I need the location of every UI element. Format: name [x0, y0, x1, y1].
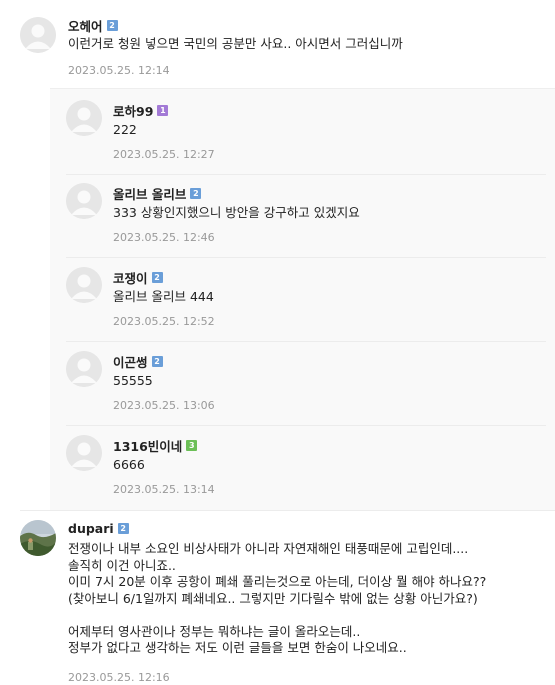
- default-avatar-icon: [66, 267, 102, 303]
- member-level-badge: 2: [106, 20, 118, 31]
- member-level-badge: 2: [190, 188, 202, 199]
- comment-nickname[interactable]: dupari 2: [68, 521, 129, 536]
- comment-text: 전쟁이나 내부 소요인 비상사태가 아니라 자연재해인 태풍때문에 고립인데..…: [68, 541, 487, 655]
- default-avatar-icon: [66, 100, 102, 136]
- reply-text: 222: [113, 122, 137, 137]
- default-avatar-icon: [66, 351, 102, 387]
- member-level-badge: 2: [151, 356, 163, 367]
- comment-date: 2023.05.25. 12:14: [68, 64, 170, 77]
- member-level-badge: 2: [151, 272, 163, 283]
- reply-nickname[interactable]: 코쟁이 2: [113, 268, 163, 287]
- reply-nickname[interactable]: 올리브 올리브 2: [113, 184, 202, 203]
- divider: [66, 257, 546, 258]
- divider: [66, 425, 546, 426]
- nickname-text[interactable]: 이곤썽: [113, 352, 148, 371]
- avatar[interactable]: [66, 267, 102, 303]
- reply-nickname[interactable]: 로하99 1: [113, 101, 169, 120]
- avatar[interactable]: [20, 17, 56, 53]
- comment-nickname[interactable]: 오헤어 2: [68, 16, 118, 35]
- reply-text: 올리브 올리브 444: [113, 289, 214, 304]
- reply-text: 55555: [113, 373, 153, 388]
- divider: [20, 510, 555, 511]
- nickname-text[interactable]: 오헤어: [68, 16, 103, 35]
- comment-text: 이런거로 청원 넣으면 국민의 공분만 사요.. 아시면서 그러십니까: [68, 36, 403, 51]
- reply-date: 2023.05.25. 12:52: [113, 315, 215, 328]
- nickname-text[interactable]: 코쟁이: [113, 268, 148, 287]
- profile-photo-landscape-icon: [20, 520, 56, 556]
- default-avatar-icon: [66, 435, 102, 471]
- avatar[interactable]: [20, 520, 56, 556]
- avatar[interactable]: [66, 183, 102, 219]
- member-level-badge: 3: [186, 440, 198, 451]
- default-avatar-icon: [20, 17, 56, 53]
- nickname-text[interactable]: 로하99: [113, 101, 153, 120]
- divider: [66, 341, 546, 342]
- member-level-badge: 1: [157, 105, 169, 116]
- reply-date: 2023.05.25. 13:14: [113, 483, 215, 496]
- reply-text: 333 상황인지했으니 방안을 강구하고 있겠지요: [113, 205, 360, 220]
- nickname-text[interactable]: 1316빈이네: [113, 436, 182, 455]
- reply-date: 2023.05.25. 12:46: [113, 231, 215, 244]
- reply-date: 2023.05.25. 13:06: [113, 399, 215, 412]
- reply-nickname[interactable]: 1316빈이네 3: [113, 436, 198, 455]
- nickname-text[interactable]: 올리브 올리브: [113, 184, 186, 203]
- default-avatar-icon: [66, 183, 102, 219]
- reply-date: 2023.05.25. 12:27: [113, 148, 215, 161]
- avatar[interactable]: [66, 100, 102, 136]
- reply-text: 6666: [113, 457, 145, 472]
- avatar[interactable]: [66, 351, 102, 387]
- divider: [66, 174, 546, 175]
- member-level-badge: 2: [117, 523, 129, 534]
- comment-date: 2023.05.25. 12:16: [68, 671, 170, 684]
- nickname-text[interactable]: dupari: [68, 521, 114, 536]
- avatar[interactable]: [66, 435, 102, 471]
- reply-nickname[interactable]: 이곤썽 2: [113, 352, 163, 371]
